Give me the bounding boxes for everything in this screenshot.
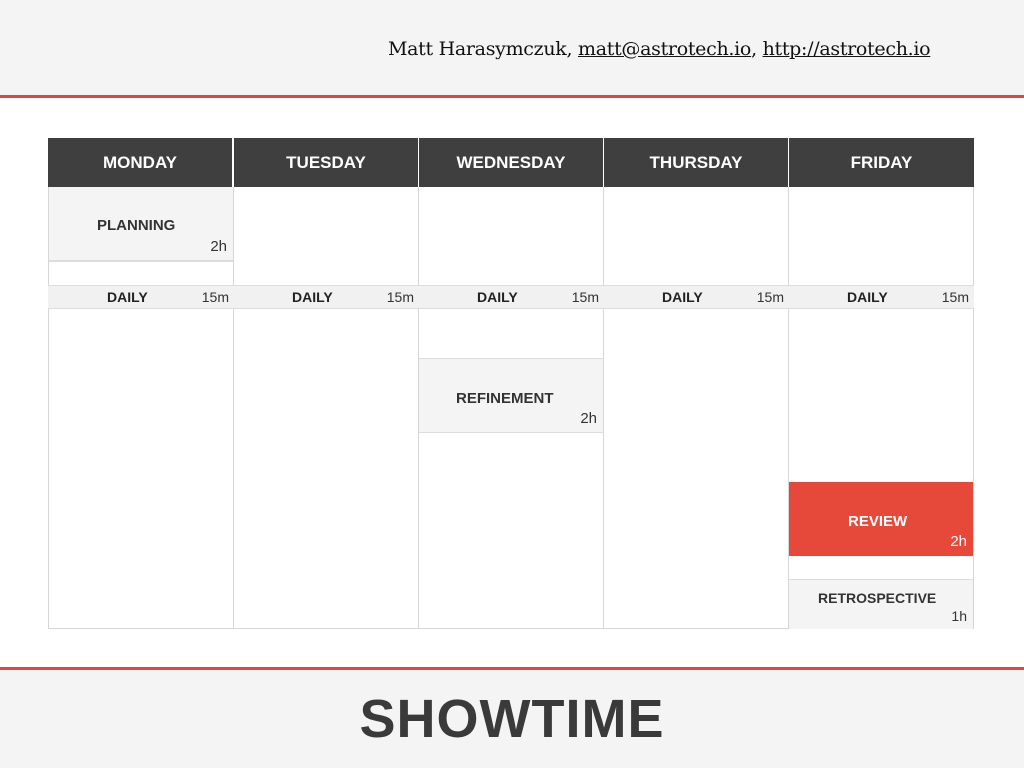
event-title: REFINEMENT [456,390,554,407]
event-title: PLANNING [97,217,176,234]
weekly-schedule: MONDAY TUESDAY WEDNESDAY THURSDAY FRIDAY… [48,138,974,629]
event-title: REVIEW [848,513,908,530]
email-link[interactable]: matt@astrotech.io [578,38,751,60]
event-refinement[interactable]: REFINEMENT 2h [419,358,603,433]
day-header-tuesday: TUESDAY [234,138,418,187]
event-planning[interactable]: PLANNING 2h [49,187,233,261]
day-header-wednesday: WEDNESDAY [419,138,603,187]
event-daily-wednesday[interactable]: DAILY 15m [419,286,603,308]
event-retrospective[interactable]: RETROSPECTIVE 1h [789,579,973,629]
daily-standup-row: DAILY 15m DAILY 15m DAILY 15m DAILY 15m … [48,285,974,309]
event-review[interactable]: REVIEW 2h [789,482,973,556]
event-daily-friday[interactable]: DAILY 15m [789,286,973,308]
event-daily-tuesday[interactable]: DAILY 15m [234,286,418,308]
event-title: RETROSPECTIVE [818,590,937,606]
event-duration: 2h [210,238,227,255]
day-header-monday: MONDAY [48,138,232,187]
event-daily-thursday[interactable]: DAILY 15m [604,286,788,308]
event-duration: 15m [756,289,784,305]
day-header-thursday: THURSDAY [604,138,788,187]
author-line: Matt Harasymczuk, matt@astrotech.io, htt… [388,38,931,60]
event-duration: 2h [950,533,967,550]
event-title: DAILY [847,289,888,305]
event-duration: 15m [941,289,969,305]
day-header-friday: FRIDAY [789,138,974,187]
footer-title: SHOWTIME [359,689,665,749]
event-duration: 15m [201,289,229,305]
event-duration: 1h [951,608,967,624]
event-title: DAILY [107,289,148,305]
separator: , [751,38,757,60]
event-duration: 2h [580,410,597,427]
day-header-row: MONDAY TUESDAY WEDNESDAY THURSDAY FRIDAY [48,138,974,187]
event-title: DAILY [477,289,518,305]
author-name: Matt Harasymczuk, [388,38,573,60]
event-title: DAILY [292,289,333,305]
slot-divider [49,261,233,262]
website-link[interactable]: http://astrotech.io [763,38,931,60]
grid-column-line [233,187,234,629]
event-duration: 15m [571,289,599,305]
grid-column-line [603,187,604,629]
header-divider [0,95,1024,98]
grid-border-right [973,187,974,629]
event-duration: 15m [386,289,414,305]
event-daily-monday[interactable]: DAILY 15m [49,286,233,308]
event-title: DAILY [662,289,703,305]
grid-column-line [788,187,789,629]
